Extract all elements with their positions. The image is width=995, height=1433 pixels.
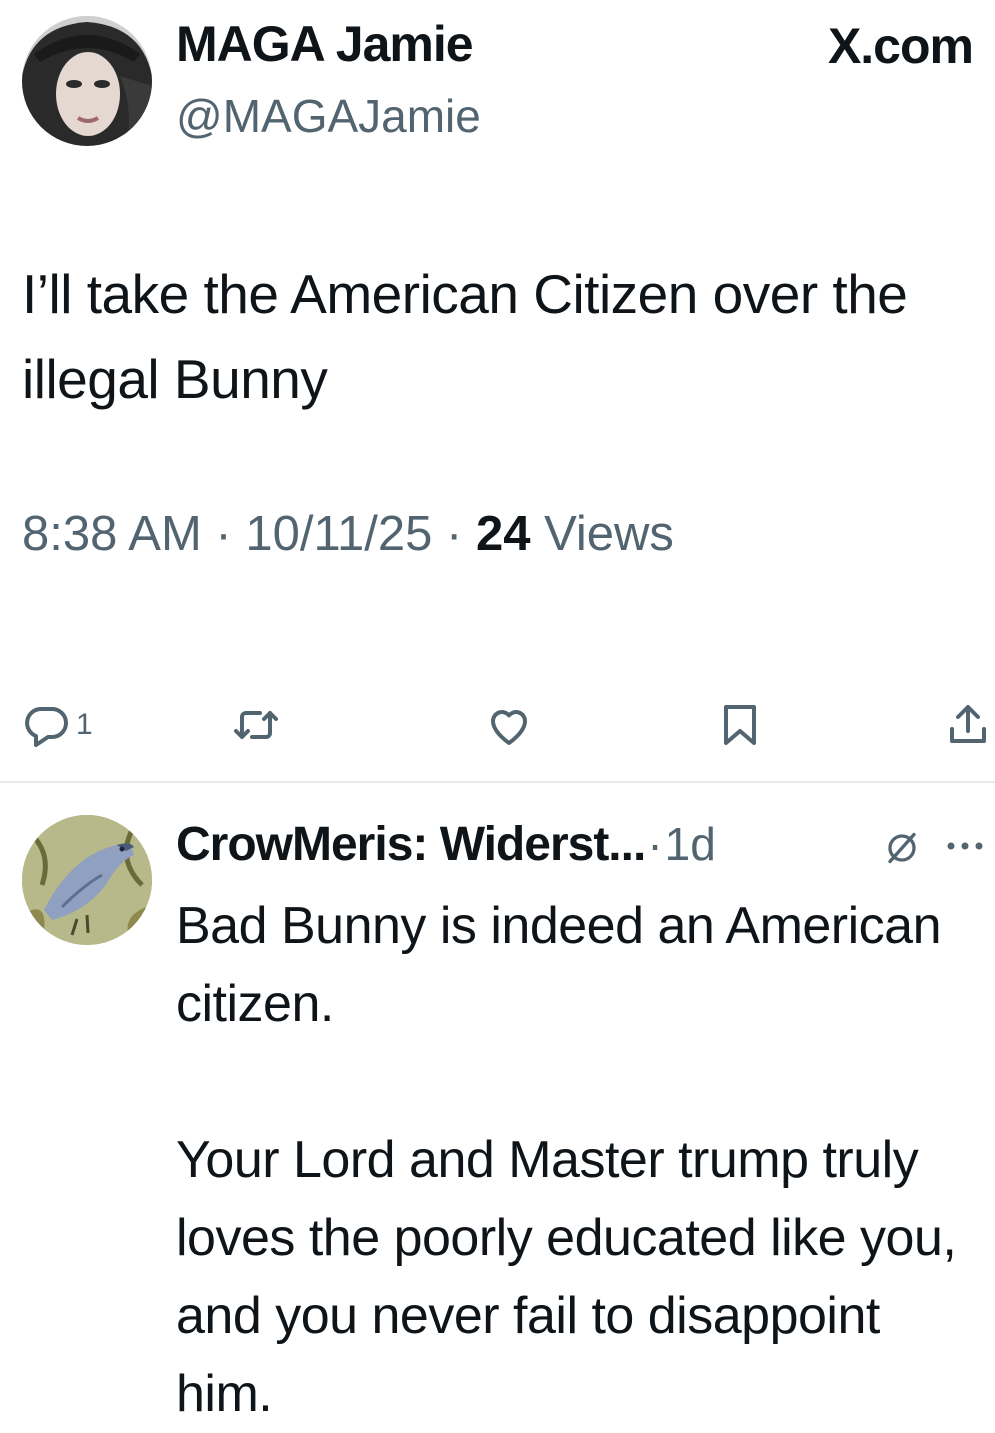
reply-paragraph: Bad Bunny is indeed an American citizen. <box>176 897 942 1033</box>
grok-icon[interactable] <box>884 830 920 866</box>
author-handle[interactable]: @MAGAJamie <box>176 88 481 144</box>
crow-artwork-icon <box>22 815 152 945</box>
tweet-action-bar: 1 <box>0 690 995 760</box>
views-count: 24 <box>475 507 531 561</box>
reply-author-name[interactable]: CrowMeris: Widerst... <box>176 817 646 872</box>
bookmark-icon <box>724 705 756 745</box>
tweet-date[interactable]: 10/11/25 <box>245 507 432 561</box>
heart-icon <box>491 710 527 745</box>
bookmark-button[interactable] <box>716 690 764 760</box>
reply-time[interactable]: 1d <box>665 817 716 871</box>
reply-count: 1 <box>76 708 93 741</box>
meta-separator: · <box>432 507 476 561</box>
like-button[interactable] <box>485 690 533 760</box>
author-avatar[interactable] <box>22 16 152 146</box>
reply-bubble-icon <box>25 707 68 747</box>
main-tweet: MAGA Jamie @MAGAJamie X.com I’ll take th… <box>0 0 995 782</box>
author-display-name[interactable]: MAGA Jamie <box>176 14 474 74</box>
reply-text: Bad Bunny is indeed an American citizen.… <box>176 887 976 1433</box>
share-icon <box>950 705 986 743</box>
repost-icon <box>234 711 278 739</box>
tweet-metadata: 8:38 AM · 10/11/25 · 24 Views <box>22 502 674 566</box>
tweet-text: I’ll take the American Citizen over the … <box>22 263 908 410</box>
site-label: X.com <box>827 18 974 74</box>
tweet-time[interactable]: 8:38 AM <box>22 507 202 561</box>
repost-button[interactable] <box>232 690 280 760</box>
reply-author-avatar[interactable] <box>22 815 152 945</box>
share-button[interactable] <box>944 690 992 760</box>
reply-button[interactable]: 1 <box>22 690 93 760</box>
profile-photo-icon <box>22 16 152 146</box>
reply-paragraph: Your Lord and Master trump truly loves t… <box>176 1131 957 1423</box>
more-options-icon[interactable] <box>942 831 988 861</box>
meta-separator: · <box>201 507 246 561</box>
views-label: Views <box>530 507 674 561</box>
reply-header: CrowMeris: Widerst... · 1d <box>176 811 716 877</box>
reply-time-separator: · <box>647 818 663 870</box>
reply-tweet[interactable]: CrowMeris: Widerst... · 1d Bad Bunny is … <box>0 783 995 1432</box>
